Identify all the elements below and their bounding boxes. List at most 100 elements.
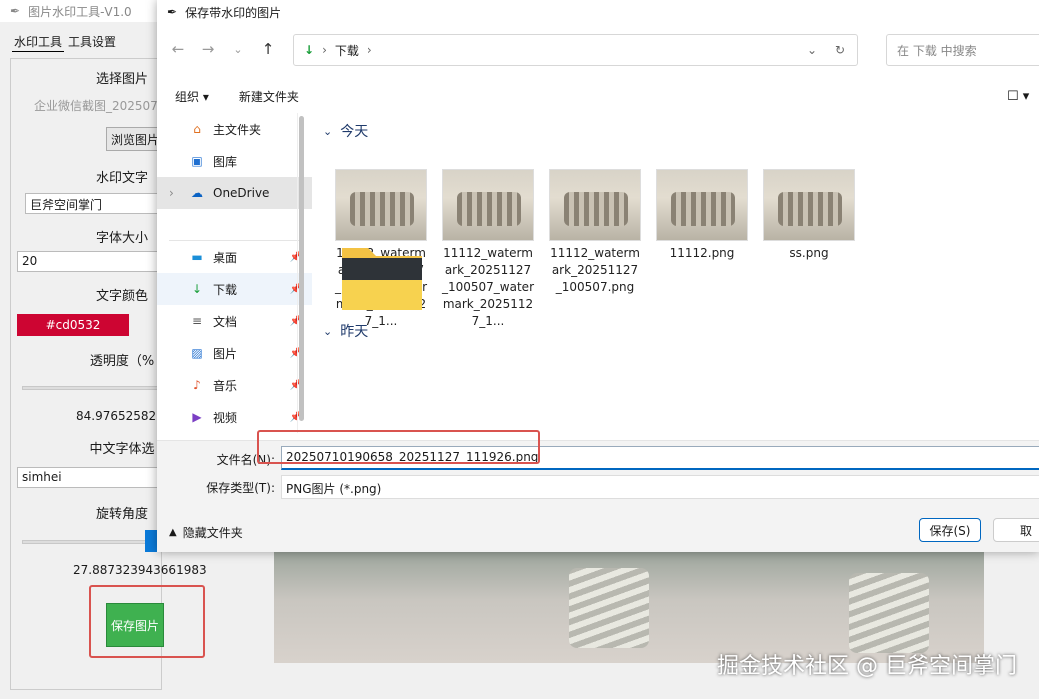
chevron-down-icon: ⌄ <box>323 124 333 138</box>
hide-folders-button[interactable]: ▲ 隐藏文件夹 <box>169 524 243 541</box>
rotation-slider[interactable] <box>22 540 162 544</box>
address-dropdown-icon[interactable]: ⌄ <box>807 43 817 57</box>
file-item[interactable]: ss.png <box>763 169 855 262</box>
forward-icon[interactable]: → <box>193 40 223 58</box>
chevron-up-icon: ▲ <box>169 527 177 538</box>
sidebar-item-onedrive[interactable]: › ☁ OneDrive <box>157 177 312 209</box>
filetype-label: 保存类型(T): <box>206 481 275 495</box>
sidebar-item-videos[interactable]: ▶ 视频 📌 <box>157 401 312 433</box>
back-icon[interactable]: ← <box>163 40 193 58</box>
highlight-save-image <box>89 585 205 658</box>
view-icon[interactable]: ☐ ▾ <box>1007 89 1029 104</box>
document-icon: ≡ <box>191 314 203 328</box>
sidebar-item-download[interactable]: ↓ 下载 📌 <box>157 273 312 305</box>
browse-image-button[interactable]: 浏览图片 <box>106 127 162 151</box>
dialog-sidebar: ⌂ 主文件夹 ▣ 图库 › ☁ OneDrive ▬ 桌面 📌 ↓ 下载 📌 ≡… <box>157 113 312 433</box>
app-titlebar: ✒ 图片水印工具-V1.0 <box>0 0 160 22</box>
sidebar-item-home[interactable]: ⌂ 主文件夹 <box>157 113 312 145</box>
breadcrumb-download[interactable]: 下载 <box>335 42 359 59</box>
new-folder-button[interactable]: 新建文件夹 <box>239 88 299 105</box>
file-thumbnail <box>442 169 534 241</box>
download-icon: ↓ <box>304 43 315 57</box>
file-item[interactable]: 11112_watermark_20251127_100507.png <box>549 169 641 296</box>
download-icon: ↓ <box>191 282 203 296</box>
up-icon[interactable]: ↑ <box>253 40 283 58</box>
preview-bolt-right <box>849 573 929 653</box>
group-yesterday[interactable]: ⌄ 昨天 <box>323 321 368 341</box>
opacity-value: 84.976525821 <box>76 409 164 423</box>
sidebar-item-label: 图库 <box>213 154 238 169</box>
filetype-select[interactable]: PNG图片 (*.png) <box>281 475 1039 499</box>
refresh-icon[interactable]: ↻ <box>835 43 845 57</box>
file-thumbnail <box>656 169 748 241</box>
opacity-slider[interactable] <box>22 386 162 390</box>
file-item[interactable]: 11112.png <box>656 169 748 262</box>
group-label: 今天 <box>340 124 369 140</box>
sidebar-item-label: 图片 <box>213 346 238 361</box>
sidebar-scrollbar-thumb[interactable] <box>299 116 304 421</box>
group-label: 昨天 <box>340 324 369 340</box>
menubar: 水印工具 工具设置 <box>0 30 118 52</box>
sidebar-item-documents[interactable]: ≡ 文档 📌 <box>157 305 312 337</box>
expand-chevron-icon[interactable]: › <box>169 186 174 200</box>
file-thumbnail <box>335 169 427 241</box>
file-name: 11112_watermark_20251127_100507_watermar… <box>442 246 534 328</box>
file-item[interactable]: 11112_watermark_20251127_100507_watermar… <box>442 169 534 330</box>
recent-dropdown-icon[interactable]: ⌄ <box>223 43 253 56</box>
watermark-overlay-text: 掘金技术社区 @ 巨斧空间掌门 <box>717 654 1017 679</box>
font-size-input[interactable]: 20 <box>17 251 167 272</box>
dialog-toolbar: 组织 ▾ 新建文件夹 ☐ ▾ <box>157 80 1039 112</box>
folder-icon[interactable] <box>340 242 426 312</box>
file-thumbnail <box>549 169 641 241</box>
watermark-text-input[interactable]: 巨斧空间掌门 <box>25 193 175 214</box>
dialog-title: 保存带水印的图片 <box>185 5 282 20</box>
picture-icon: ▨ <box>191 346 203 360</box>
feather-icon: ✒ <box>10 4 21 18</box>
gallery-icon: ▣ <box>191 154 203 168</box>
music-icon: ♪ <box>193 378 201 392</box>
sidebar-item-desktop[interactable]: ▬ 桌面 📌 <box>157 241 312 273</box>
breadcrumb-separator: › <box>366 43 372 57</box>
file-name: 11112.png <box>669 246 735 260</box>
tab-watermark-tool[interactable]: 水印工具 <box>12 30 65 52</box>
font-select[interactable]: simhei <box>17 467 167 488</box>
rotation-value: 27.887323943661983 <box>73 563 207 577</box>
file-name: ss.png <box>789 246 829 260</box>
breadcrumb-separator: › <box>322 43 327 57</box>
sidebar-item-music[interactable]: ♪ 音乐 📌 <box>157 369 312 401</box>
image-preview <box>274 548 984 663</box>
group-today[interactable]: ⌄ 今天 <box>323 121 368 141</box>
cloud-icon: ☁ <box>191 186 203 200</box>
sidebar-item-gallery[interactable]: ▣ 图库 <box>157 145 312 177</box>
navigation-bar: ← → ⌄ ↑ ↓ › 下载 › ⌄ ↻ 在 下载 中搜索 <box>157 26 1039 72</box>
tab-tool-settings[interactable]: 工具设置 <box>66 30 118 52</box>
sidebar-item-label: 主文件夹 <box>213 122 262 137</box>
feather-icon: ✒ <box>167 5 178 19</box>
home-icon: ⌂ <box>193 122 201 136</box>
sidebar-item-label: 下载 <box>213 282 238 297</box>
address-bar[interactable]: ↓ › 下载 › ⌄ ↻ <box>293 34 858 66</box>
image-path-text: 企业微信截图_2025071 <box>34 99 166 113</box>
desktop-icon: ▬ <box>191 250 203 264</box>
text-color-swatch[interactable]: #cd0532 <box>17 314 129 336</box>
video-icon: ▶ <box>192 410 202 424</box>
chevron-down-icon: ⌄ <box>323 324 333 338</box>
save-dialog: ✒ 保存带水印的图片 ← → ⌄ ↑ ↓ › 下载 › ⌄ ↻ 在 下载 中搜索… <box>157 0 1039 552</box>
preview-bolt-left <box>569 568 649 648</box>
app-title: 图片水印工具-V1.0 <box>28 4 132 19</box>
highlight-filename <box>257 430 540 464</box>
dialog-titlebar: ✒ 保存带水印的图片 <box>157 0 1039 24</box>
sidebar-item-pictures[interactable]: ▨ 图片 📌 <box>157 337 312 369</box>
rotation-slider-handle[interactable] <box>145 530 157 552</box>
file-thumbnail <box>763 169 855 241</box>
sidebar-item-label: 视频 <box>213 410 238 425</box>
save-button[interactable]: 保存(S) <box>919 518 981 542</box>
cancel-button[interactable]: 取 <box>993 518 1039 542</box>
sidebar-item-label: 文档 <box>213 314 238 329</box>
file-name: 11112_watermark_20251127_100507.png <box>550 246 640 294</box>
sidebar-item-label: 音乐 <box>213 378 238 393</box>
organize-button[interactable]: 组织 ▾ <box>175 88 209 105</box>
sidebar-item-label: 桌面 <box>213 250 238 265</box>
sidebar-item-label: OneDrive <box>213 186 270 200</box>
search-input[interactable]: 在 下载 中搜索 <box>886 34 1039 66</box>
